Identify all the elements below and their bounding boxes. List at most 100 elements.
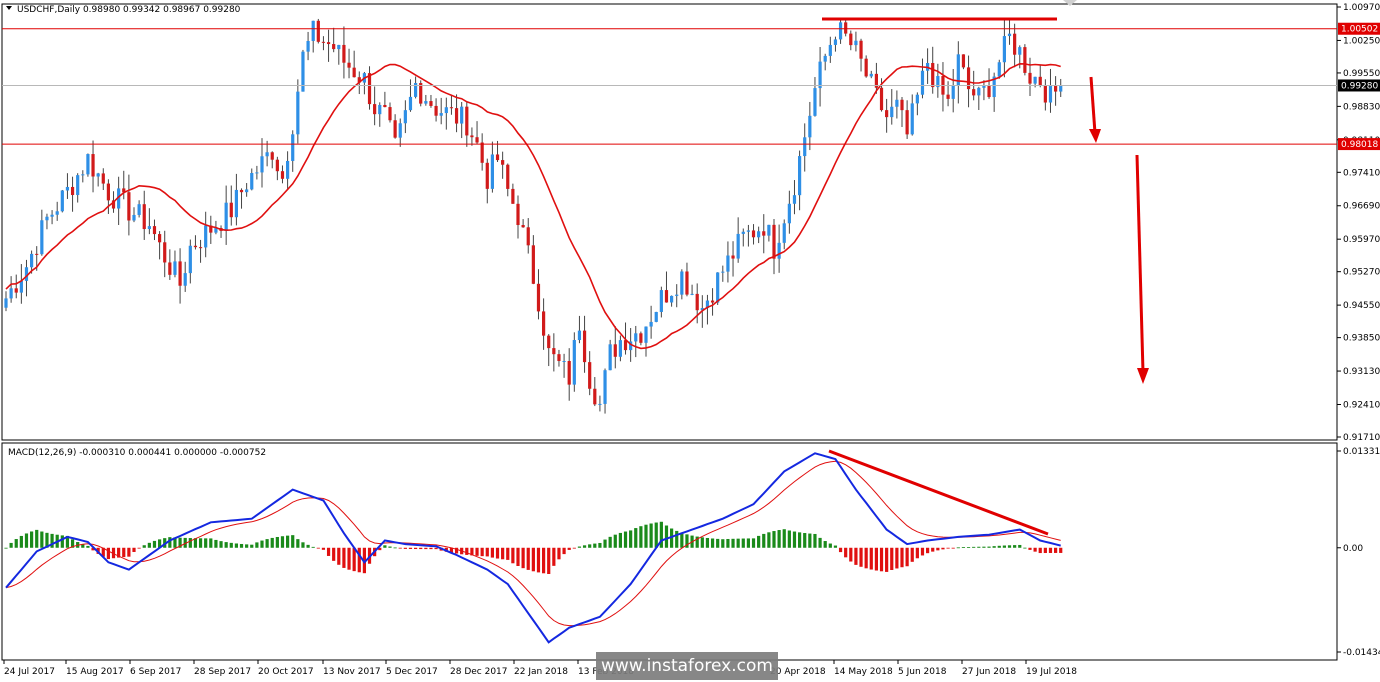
candle-body [280, 171, 285, 179]
candle-body [987, 85, 991, 98]
macd-histogram-bar [598, 542, 602, 548]
macd-histogram-bar [675, 530, 679, 548]
macd-histogram-bar [582, 545, 587, 548]
macd-histogram-bar [567, 547, 571, 550]
candle-body [731, 255, 735, 259]
macd-histogram-bar [419, 547, 423, 550]
macd-histogram-bar [40, 531, 44, 548]
candle-body [1002, 36, 1006, 63]
macd-histogram-bar [19, 535, 23, 548]
candle-body [311, 20, 315, 41]
macd-histogram-bar [982, 546, 986, 548]
candle-body [690, 293, 694, 295]
candle-body [859, 40, 863, 59]
macd-histogram-bar [634, 528, 638, 548]
candle-body [475, 137, 479, 143]
time-tick-label: 5 Jun 2018 [898, 667, 947, 677]
candle-body [204, 225, 208, 248]
macd-histogram-bar [956, 547, 960, 549]
macd-tick-label: 0.013313 [1343, 447, 1380, 457]
macd-histogram-bar [767, 532, 771, 548]
macd-histogram-bar [1059, 547, 1063, 553]
macd-histogram-bar [465, 547, 469, 555]
candle-body [91, 154, 95, 177]
candle-body [4, 298, 8, 308]
candle-body [388, 107, 392, 121]
candle-body [675, 294, 679, 296]
macd-histogram-bar [700, 537, 704, 548]
candle-body [808, 115, 812, 138]
candle-body [439, 113, 443, 116]
candle-body [286, 160, 290, 179]
price-tick-label: 0.91710 [1343, 433, 1380, 443]
candle-body [65, 186, 70, 191]
macd-histogram-bar [931, 547, 935, 552]
candle-body [383, 104, 387, 108]
price-tick-label: 0.95270 [1343, 268, 1380, 278]
macd-histogram-bar [291, 535, 295, 548]
macd-histogram-bar [214, 539, 218, 548]
macd-histogram-bar [987, 546, 991, 548]
price-tick-label: 0.98830 [1343, 102, 1380, 112]
macd-histogram-bar [992, 546, 996, 548]
candle-body [70, 186, 75, 196]
macd-histogram-bar [1048, 547, 1053, 553]
macd-histogram-bar [60, 535, 64, 548]
macd-histogram-bar [552, 547, 556, 566]
macd-histogram-bar [321, 547, 326, 550]
candle-body [997, 62, 1001, 77]
macd-histogram-bar [209, 538, 213, 548]
macd-histogram-bar [14, 539, 18, 548]
macd-histogram-bar [204, 538, 208, 548]
macd-tick-label: -0.01434 [1343, 648, 1380, 658]
candle-body [332, 44, 336, 50]
macd-histogram-bar [890, 547, 894, 570]
macd-histogram-bar [424, 547, 428, 550]
candle-body [798, 156, 802, 196]
candle-body [224, 202, 228, 231]
candle-body [803, 137, 807, 157]
candle-body [695, 293, 699, 311]
candle-body [521, 225, 525, 228]
macd-histogram-bar [838, 547, 843, 553]
candle-body [188, 245, 192, 274]
candle-body [741, 231, 745, 234]
candle-body [373, 104, 377, 115]
candle-body [306, 40, 310, 52]
candle-body [844, 22, 848, 34]
candle-body [260, 156, 264, 173]
time-tick-label: 22 Jan 2018 [514, 667, 568, 677]
macd-histogram-bar [142, 545, 146, 548]
macd-histogram-bar [429, 547, 433, 550]
macd-histogram-bar [398, 547, 402, 549]
candle-body [526, 227, 530, 246]
macd-histogram-bar [1028, 547, 1032, 550]
candle-body [910, 103, 914, 135]
candle-body [137, 204, 141, 215]
candle-body [1023, 47, 1027, 73]
candle-body [342, 44, 346, 63]
candle-body [613, 344, 617, 357]
macd-histogram-bar [895, 547, 899, 569]
macd-histogram-bar [644, 524, 648, 548]
candle-body [572, 340, 576, 385]
macd-histogram-bar [710, 538, 715, 548]
candle-body [833, 39, 838, 45]
macd-histogram-bar [705, 537, 710, 548]
candle-body [813, 88, 817, 116]
candle-body [931, 62, 935, 88]
candle-body [378, 104, 382, 115]
macd-histogram-bar [777, 530, 781, 548]
candle-body [710, 300, 715, 303]
macd-histogram-bar [792, 531, 797, 548]
candle-body [557, 354, 561, 362]
candle-body [270, 152, 274, 160]
macd-histogram-bar [593, 543, 597, 548]
macd-histogram-bar [746, 538, 750, 548]
macd-histogram-bar [562, 547, 566, 555]
macd-histogram-bar [132, 547, 136, 552]
macd-histogram-bar [818, 537, 822, 548]
candle-body [593, 388, 597, 405]
candle-body [977, 87, 981, 96]
candle-body [193, 245, 198, 248]
